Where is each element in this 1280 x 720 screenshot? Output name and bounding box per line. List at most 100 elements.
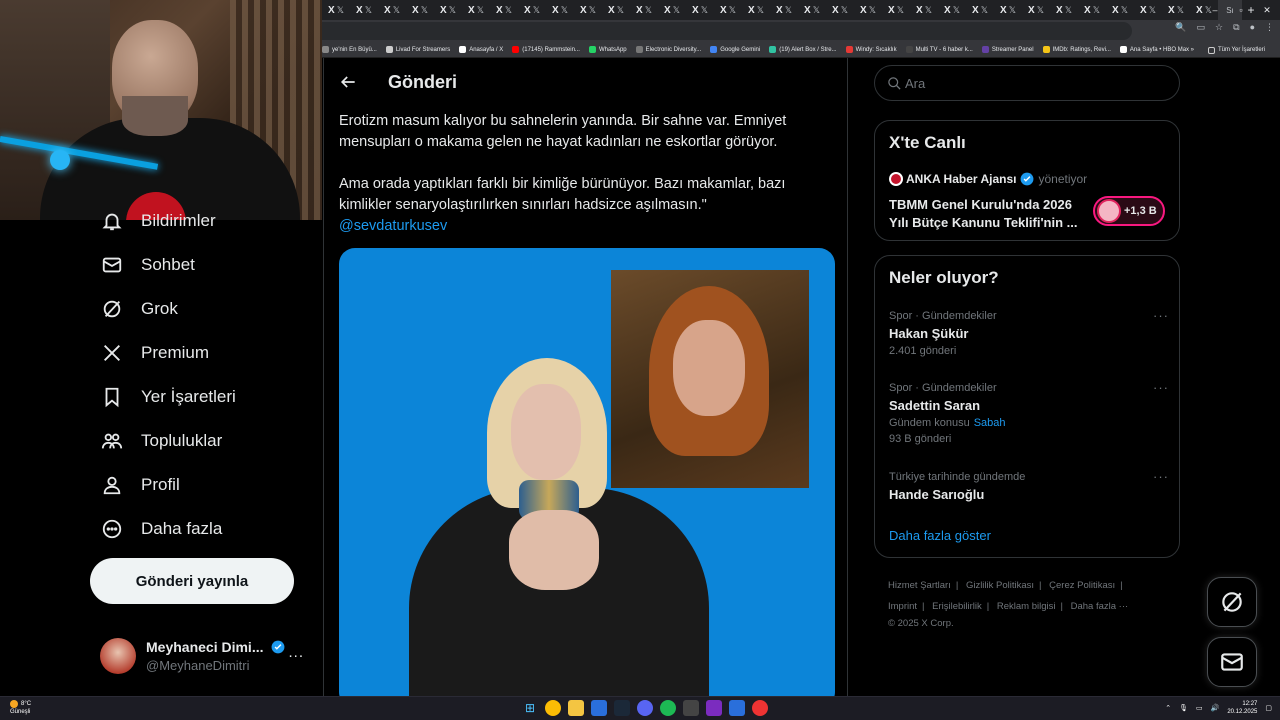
bookmark-item[interactable]: Windy: Sıcaklık [845, 46, 897, 53]
maximize-icon[interactable]: ▫ [1228, 0, 1254, 20]
bookmark-item[interactable]: Streamer Panel [981, 46, 1034, 53]
trend-more-button[interactable]: ··· [1153, 380, 1169, 395]
live-listeners-pill[interactable]: +1,3 B [1093, 196, 1165, 226]
url-field[interactable] [322, 22, 1132, 40]
bookmark-item[interactable]: Google Gemini [710, 46, 760, 53]
browser-tab[interactable]: X𝕏 [938, 0, 966, 20]
browser-tab[interactable]: X𝕏 [966, 0, 994, 20]
zoom-icon[interactable]: 🔍 [1175, 22, 1186, 33]
trend-more-button[interactable]: ··· [1153, 469, 1169, 484]
search-input[interactable] [905, 73, 1165, 93]
menu-icon[interactable]: ⋮ [1265, 22, 1274, 33]
browser-tab[interactable]: X𝕏 [882, 0, 910, 20]
messages-float-button[interactable] [1207, 637, 1257, 687]
mention-link[interactable]: @sevdaturkusev [339, 218, 447, 234]
cast-icon[interactable]: ▭ [1197, 22, 1206, 33]
nav-item-bookmarks[interactable]: Yer İşaretleri [100, 382, 236, 412]
browser-tab[interactable]: X𝕏 [994, 0, 1022, 20]
bookmark-item[interactable]: WhatsApp [588, 46, 627, 53]
browser-tab[interactable]: X𝕏 [826, 0, 854, 20]
bookmark-item[interactable]: (17145) Rammstein... [512, 46, 580, 53]
browser-tab[interactable]: X𝕏 [574, 0, 602, 20]
browser-tab[interactable]: X𝕏 [602, 0, 630, 20]
app-icon[interactable] [729, 700, 745, 716]
browser-tab[interactable]: X𝕏 [742, 0, 770, 20]
account-switcher[interactable]: Meyhaneci Dimi... @MeyhaneDimitri ... [100, 634, 310, 674]
browser-tab[interactable]: X𝕏 [406, 0, 434, 20]
browser-tab[interactable]: X𝕏 [1022, 0, 1050, 20]
app-icon[interactable] [706, 700, 722, 716]
profile-more-button[interactable]: ... [288, 644, 304, 661]
live-host[interactable]: ANKA Haber Ajansı yönetiyor [889, 172, 1087, 186]
trend-more-button[interactable]: ··· [1153, 308, 1169, 323]
browser-tab[interactable]: X𝕏 [854, 0, 882, 20]
browser-tab[interactable]: X𝕏 [658, 0, 686, 20]
live-stream-title[interactable]: TBMM Genel Kurulu'nda 2026 Yılı Bütçe Ka… [889, 196, 1089, 232]
browser-tab[interactable]: X𝕏 [434, 0, 462, 20]
profile-icon[interactable]: ● [1250, 22, 1255, 33]
chrome-icon[interactable] [545, 700, 561, 716]
nav-item-chat[interactable]: Sohbet [100, 250, 195, 280]
post-video[interactable] [339, 248, 835, 696]
browser-tab[interactable]: X𝕏 [350, 0, 378, 20]
browser-tab[interactable]: X𝕏 [546, 0, 574, 20]
browser-tab[interactable]: X𝕏 [378, 0, 406, 20]
browser-tab[interactable]: X𝕏 [1134, 0, 1162, 20]
browser-tab[interactable]: X𝕏 [910, 0, 938, 20]
weather-widget[interactable]: 8°C Güneşli [10, 700, 31, 716]
steam-icon[interactable] [614, 700, 630, 716]
close-icon[interactable]: ✕ [1254, 0, 1280, 20]
browser-tab[interactable]: X𝕏 [322, 0, 350, 20]
browser-tab[interactable]: X𝕏 [630, 0, 658, 20]
bookmark-item[interactable]: Multi TV - 6 haber k... [905, 46, 973, 53]
tray-overflow-icon[interactable]: ⌃ [1165, 704, 1171, 712]
bookmark-item[interactable]: Ana Sayfa • HBO Max [1119, 46, 1189, 53]
nav-item-profile[interactable]: Profil [100, 470, 180, 500]
browser-tab[interactable]: X𝕏 [1078, 0, 1106, 20]
browser-tab[interactable]: X𝕏 [1050, 0, 1078, 20]
microphone-icon[interactable]: 🎙 [1179, 704, 1188, 712]
all-bookmarks-folder[interactable]: Tüm Yer İşaretleri [1207, 46, 1265, 54]
bookmark-item[interactable]: Anasayfa / X [459, 46, 503, 53]
browser-tab[interactable]: X𝕏 [770, 0, 798, 20]
nav-item-more[interactable]: Daha fazla [100, 514, 222, 544]
trend-item[interactable]: Spor · Gündemdekiler Hakan Şükür 2.401 g… [889, 308, 1169, 357]
bookmark-item[interactable]: IMDb: Ratings, Revi... [1042, 46, 1111, 53]
footer-link[interactable]: Hizmet Şartları [888, 580, 951, 591]
show-more-link[interactable]: Daha fazla göster [889, 528, 991, 543]
app-icon[interactable] [591, 700, 607, 716]
browser-tab[interactable]: X𝕏 [714, 0, 742, 20]
star-icon[interactable]: ☆ [1215, 22, 1223, 33]
calculator-icon[interactable] [683, 700, 699, 716]
extensions-icon[interactable]: ⧉ [1233, 22, 1239, 33]
search-box[interactable] [874, 65, 1180, 101]
notifications-icon[interactable]: ▢ [1265, 704, 1272, 712]
post-button[interactable]: Gönderi yayınla [90, 558, 294, 604]
discord-icon[interactable] [637, 700, 653, 716]
browser-tab[interactable]: X𝕏 [490, 0, 518, 20]
nav-item-notifications[interactable]: Bildirimler [100, 206, 216, 236]
trend-topic-link[interactable]: Sabah [974, 417, 1006, 429]
app-icon[interactable] [752, 700, 768, 716]
trend-item[interactable]: Spor · Gündemdekiler Sadettin Saran Günd… [889, 380, 1169, 445]
minimize-icon[interactable]: – [1202, 0, 1228, 20]
nav-item-grok[interactable]: Grok [100, 294, 178, 324]
browser-tab[interactable]: X𝕏 [462, 0, 490, 20]
spotify-icon[interactable] [660, 700, 676, 716]
bookmark-item[interactable]: Electronic Diversity... [635, 46, 701, 53]
bookmarks-overflow[interactable]: » [1191, 47, 1194, 53]
footer-link[interactable]: Imprint [888, 601, 917, 612]
nav-item-premium[interactable]: Premium [100, 338, 209, 368]
browser-tab[interactable]: X𝕏 [1106, 0, 1134, 20]
browser-tab[interactable]: X𝕏 [518, 0, 546, 20]
back-arrow-icon[interactable] [338, 72, 358, 92]
bookmark-item[interactable]: (19) Alert Box / Stre... [769, 46, 837, 53]
grok-float-button[interactable] [1207, 577, 1257, 627]
clock[interactable]: 12:27 20.12.2025 [1227, 700, 1257, 716]
footer-link[interactable]: Çerez Politikası [1049, 580, 1115, 591]
bookmark-item[interactable]: Livad For Streamers [385, 46, 450, 53]
volume-icon[interactable]: 🔊 [1211, 704, 1220, 712]
footer-link[interactable]: Gizlilik Politikası [966, 580, 1034, 591]
start-icon[interactable]: ⊞ [522, 700, 538, 716]
network-icon[interactable]: ▭ [1196, 704, 1203, 712]
